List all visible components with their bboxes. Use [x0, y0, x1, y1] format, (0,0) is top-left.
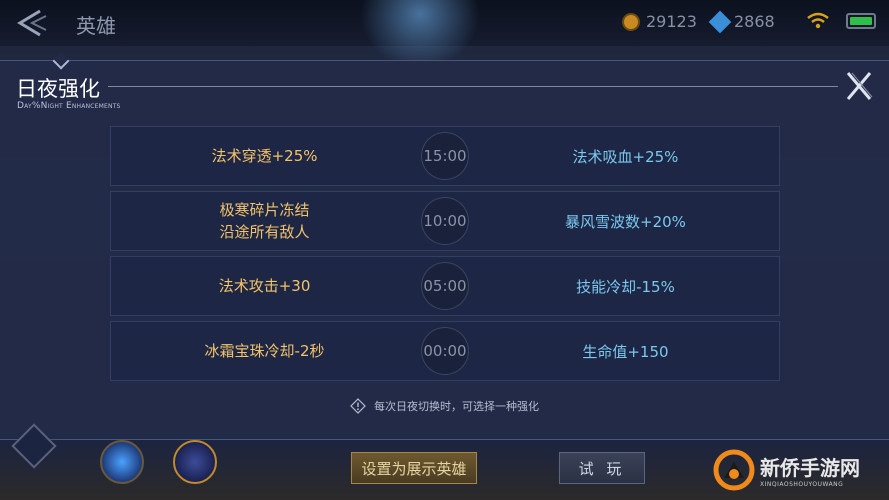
panel-title: 日夜强化: [16, 77, 100, 101]
title-divider: [108, 86, 838, 87]
panel-subtitle: Day%Night Enhancements: [17, 101, 121, 111]
time-marker: 00:00: [418, 342, 472, 360]
time-label: 00:00: [423, 342, 467, 360]
time-marker: 10:00: [418, 212, 472, 230]
enhancement-row: 法术攻击+30 05:00 技能冷却-15%: [110, 256, 780, 316]
try-hero-button[interactable]: 试 玩: [559, 452, 645, 484]
enhancement-option-right[interactable]: 法术吸血+25%: [472, 146, 779, 167]
watermark-domain: XINQIAOSHOUYOUWANG: [760, 481, 844, 488]
enhancement-row: 法术穿透+25% 15:00 法术吸血+25%: [110, 126, 780, 186]
coin-icon: [622, 12, 640, 31]
time-label: 10:00: [423, 212, 467, 230]
time-label: 15:00: [423, 147, 467, 165]
hint-row: 每次日夜切换时，可选择一种强化: [0, 398, 889, 414]
enhancement-row: 极寒碎片冻结 沿途所有敌人 10:00 暴风雪波数+20%: [110, 191, 780, 251]
top-bar: 英雄 29123 2868: [0, 0, 889, 70]
back-arrow-icon: [17, 9, 47, 37]
gold-counter: 29123: [622, 12, 697, 31]
time-marker: 05:00: [418, 277, 472, 295]
watermark-logo-icon: [713, 449, 755, 491]
wifi-icon: [807, 12, 829, 29]
panel-notch: [52, 52, 70, 70]
enhancement-option-right[interactable]: 技能冷却-15%: [472, 276, 779, 297]
enhancement-row: 冰霜宝珠冷却-2秒 00:00 生命值+150: [110, 321, 780, 381]
enhancement-option-left[interactable]: 冰霜宝珠冷却-2秒: [111, 340, 418, 362]
hint-text: 每次日夜切换时，可选择一种强化: [374, 400, 539, 413]
gem-counter: 2868: [708, 10, 775, 33]
close-button[interactable]: [842, 69, 876, 103]
gem-icon: [708, 10, 732, 33]
enhancement-option-right[interactable]: 生命值+150: [472, 341, 779, 362]
enhancement-option-left[interactable]: 极寒碎片冻结 沿途所有敌人: [111, 199, 418, 243]
enhancement-rows: 法术穿透+25% 15:00 法术吸血+25% 极寒碎片冻结 沿途所有敌人 10…: [110, 126, 780, 386]
watermark: 新侨手游网 XINQIAOSHOUYOUWANG: [712, 448, 860, 492]
set-showcase-hero-button[interactable]: 设置为展示英雄: [351, 452, 477, 484]
info-diamond-icon: [350, 398, 366, 414]
enhancement-option-right[interactable]: 暴风雪波数+20%: [472, 211, 779, 232]
back-button[interactable]: [10, 6, 50, 40]
battery-icon: [846, 13, 876, 29]
watermark-name: 新侨手游网: [760, 456, 860, 480]
enhancement-option-left[interactable]: 法术穿透+25%: [111, 145, 418, 167]
time-label: 05:00: [423, 277, 467, 295]
page-title: 英雄: [76, 14, 116, 38]
enhancement-option-left[interactable]: 法术攻击+30: [111, 275, 418, 297]
close-icon: [846, 72, 873, 100]
time-marker: 15:00: [418, 147, 472, 165]
gem-amount: 2868: [734, 12, 775, 31]
bottom-bar: 设置为展示英雄 试 玩 新侨手游网 XINQIAOSHOUYOUWANG: [0, 423, 889, 500]
skill-icon[interactable]: [173, 440, 217, 484]
gold-amount: 29123: [646, 12, 697, 31]
skill-icon[interactable]: [100, 440, 144, 484]
day-night-panel: 日夜强化 Day%Night Enhancements 法术穿透+25% 15:…: [0, 52, 889, 440]
